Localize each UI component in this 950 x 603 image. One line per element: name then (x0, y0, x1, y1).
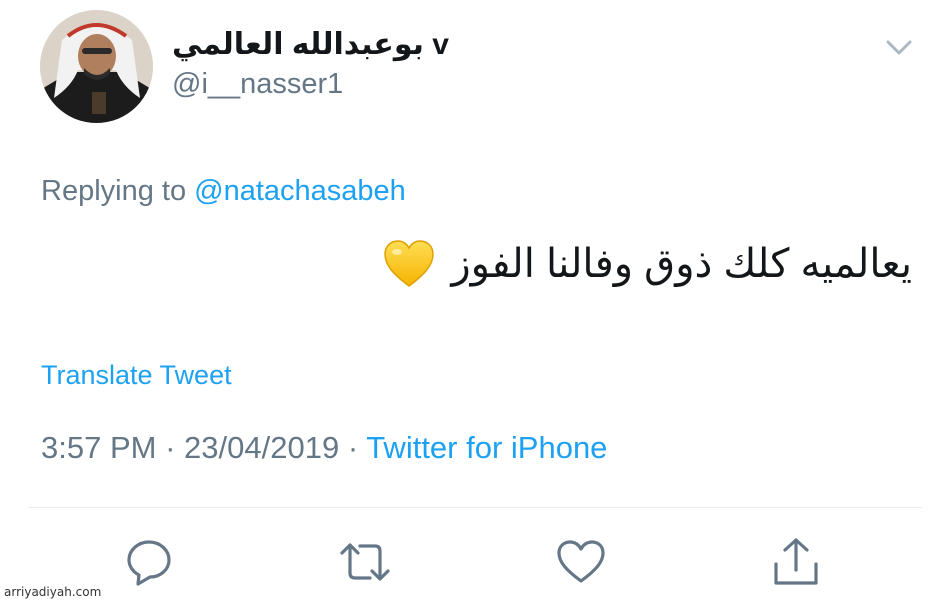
retweet-icon (338, 537, 392, 587)
share-icon (771, 536, 821, 588)
watermark: arriyadiyah.com (4, 585, 102, 599)
tweet-text: يعالميه كلك ذوق وفالنا الفوز (451, 242, 912, 286)
tweet-body: يعالميه كلك ذوق وفالنا الفوز (383, 232, 912, 296)
meta-separator: · (165, 430, 176, 465)
avatar[interactable] (40, 10, 153, 123)
divider (28, 507, 922, 508)
author-display-name[interactable]: بوعبدالله العالمي v (172, 22, 449, 68)
retweet-button[interactable] (339, 536, 391, 588)
tweet-meta: 3:57 PM · 23/04/2019 · Twitter for iPhon… (41, 426, 607, 470)
replying-to: Replying to @natachasabeh (41, 170, 406, 212)
reply-icon (124, 537, 174, 587)
share-button[interactable] (770, 536, 822, 588)
tweet-date[interactable]: 23/04/2019 (184, 430, 339, 465)
heart-icon (556, 539, 606, 585)
chevron-down-icon[interactable] (880, 28, 918, 66)
reply-button[interactable] (123, 536, 175, 588)
meta-separator: · (347, 430, 359, 465)
author-handle[interactable]: @i__nasser1 (172, 64, 343, 104)
reply-mention-link[interactable]: @natachasabeh (194, 175, 406, 207)
yellow-heart-icon (383, 240, 435, 288)
translate-tweet-link[interactable]: Translate Tweet (41, 355, 232, 395)
replying-prefix: Replying to (41, 175, 187, 207)
like-button[interactable] (555, 536, 607, 588)
tweet-source-link[interactable]: Twitter for iPhone (366, 430, 607, 465)
tweet-time: 3:57 PM (41, 430, 157, 465)
